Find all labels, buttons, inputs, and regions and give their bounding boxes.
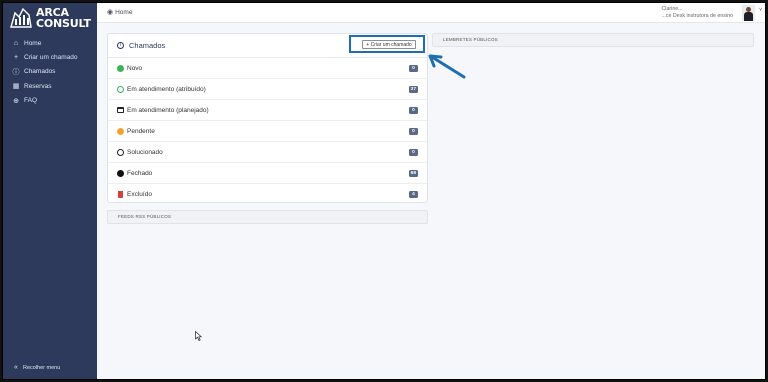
- status-closed-icon: [117, 169, 124, 177]
- count-badge: 4: [409, 191, 418, 198]
- status-planned-calendar-icon: [117, 107, 124, 113]
- tickets-card-header: i Chamados + Criar um chamado: [108, 34, 427, 58]
- tickets-card: i Chamados + Criar um chamado Novo 0 Em …: [107, 33, 428, 203]
- status-assigned-icon: [117, 85, 124, 93]
- ticket-status-row[interactable]: Fechado 68: [108, 163, 427, 184]
- ticket-status-row[interactable]: Excluído 4: [108, 184, 427, 205]
- topbar: ◉ Home Clarine... ...ce Desk instrutora …: [97, 3, 765, 23]
- create-ticket-button[interactable]: + Criar um chamado: [362, 40, 416, 49]
- sidebar-nav: ⌂ Home + Criar um chamado ⓘ Chamados ▦ R…: [3, 36, 97, 108]
- sidebar-item-label: Chamados: [24, 68, 56, 76]
- home-circle-icon: ◉: [107, 9, 114, 16]
- sidebar-item-label: Criar um chamado: [24, 54, 78, 62]
- status-label: Pendente: [127, 127, 155, 135]
- count-badge: 0: [409, 149, 418, 156]
- breadcrumb-label: Home: [115, 8, 133, 16]
- sidebar-item-label: FAQ: [24, 97, 38, 105]
- browser-frame: ARCA CONSULT ⌂ Home + Criar um chamado ⓘ…: [2, 2, 766, 380]
- public-reminders-panel[interactable]: LEMBRETES PÚBLICOS: [432, 33, 754, 47]
- ticket-status-row[interactable]: Em atendimento (planejado) 0: [108, 100, 427, 121]
- count-badge: 0: [409, 107, 418, 114]
- count-badge: 68: [408, 170, 418, 177]
- count-badge: 0: [409, 128, 418, 135]
- double-chevron-left-icon: «: [14, 364, 18, 371]
- tickets-title-label: Chamados: [129, 41, 166, 50]
- info-circle-icon: i: [117, 42, 124, 49]
- status-label: Em atendimento (atribuído): [127, 85, 206, 93]
- status-pending-icon: [117, 127, 124, 135]
- status-new-icon: [117, 64, 124, 72]
- ticket-status-row[interactable]: Pendente 0: [108, 121, 427, 142]
- avatar[interactable]: [742, 5, 755, 21]
- sidebar-item-home[interactable]: ⌂ Home: [3, 36, 97, 50]
- status-solved-icon: [117, 148, 124, 156]
- status-label: Novo: [127, 64, 143, 72]
- sidebar: ARCA CONSULT ⌂ Home + Criar um chamado ⓘ…: [3, 3, 97, 379]
- avatar-body: [744, 12, 753, 21]
- status-label: Solucionado: [127, 148, 163, 156]
- count-badge: 37: [408, 86, 418, 93]
- mouse-cursor-icon: [195, 331, 202, 341]
- sidebar-item-label: Home: [24, 39, 42, 47]
- status-label: Fechado: [127, 169, 153, 177]
- collapse-menu-button[interactable]: « Recolher menu: [12, 364, 60, 371]
- count-badge: 0: [409, 65, 418, 72]
- logo-building-icon: [10, 7, 32, 28]
- rss-feeds-panel[interactable]: FEEDS RSS PÚBLICOS: [107, 210, 428, 224]
- ticket-status-row[interactable]: Novo 0: [108, 58, 427, 79]
- info-circle-icon: ⓘ: [12, 68, 20, 76]
- trash-icon: [118, 191, 123, 198]
- logo-text: ARCA CONSULT: [36, 7, 91, 29]
- logo-line2: CONSULT: [36, 17, 91, 30]
- collapse-menu-label: Recolher menu: [23, 364, 61, 371]
- logo[interactable]: ARCA CONSULT: [9, 7, 93, 33]
- sidebar-item-tickets[interactable]: ⓘ Chamados: [3, 65, 97, 79]
- home-icon: ⌂: [13, 39, 19, 47]
- calendar-icon: ▦: [12, 83, 20, 91]
- help-icon: ⊕: [13, 97, 19, 105]
- user-role: ...ce Desk instrutora de ensino: [661, 12, 733, 19]
- tickets-title: i Chamados: [117, 41, 165, 50]
- ticket-status-row[interactable]: Em atendimento (atribuído) 37: [108, 79, 427, 100]
- chevron-down-icon[interactable]: ˅: [759, 7, 762, 13]
- breadcrumb[interactable]: ◉ Home: [107, 8, 133, 17]
- status-label: Em atendimento (planejado): [127, 106, 209, 114]
- annotation-arrow-icon: [428, 54, 466, 79]
- sidebar-item-reservations[interactable]: ▦ Reservas: [3, 79, 97, 93]
- sidebar-item-label: Reservas: [24, 82, 52, 90]
- user-info[interactable]: Clarine... ...ce Desk instrutora de ensi…: [661, 6, 733, 19]
- ticket-status-row[interactable]: Solucionado 0: [108, 142, 427, 163]
- sidebar-item-create-ticket[interactable]: + Criar um chamado: [3, 50, 97, 64]
- plus-icon: +: [13, 54, 19, 62]
- sidebar-item-faq[interactable]: ⊕ FAQ: [3, 94, 97, 108]
- status-label: Excluído: [127, 191, 152, 198]
